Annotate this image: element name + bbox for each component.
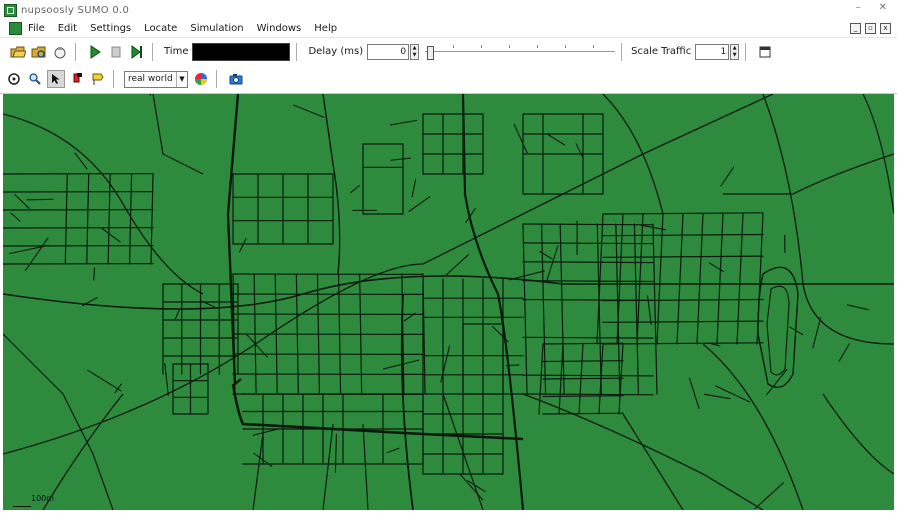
window-title: nupsoosly SUMO 0.0: [21, 4, 130, 16]
spin-up-icon[interactable]: ▲: [731, 45, 738, 52]
menu-file[interactable]: File: [28, 23, 45, 34]
toolbar-separator: [296, 42, 301, 61]
stop-icon[interactable]: [107, 43, 125, 61]
title-bar: nupsoosly SUMO 0.0 – ✕: [0, 0, 897, 20]
toolbar-separator: [75, 42, 79, 61]
screenshot-camera-icon[interactable]: [227, 70, 245, 88]
window-icon[interactable]: [756, 43, 774, 61]
reload-icon[interactable]: [30, 43, 48, 61]
run-icon[interactable]: [86, 43, 104, 61]
menu-settings[interactable]: Settings: [90, 23, 131, 34]
close-network-icon[interactable]: [51, 43, 69, 61]
slider-tick: [537, 44, 539, 48]
mdi-restore-button[interactable]: ▫: [865, 23, 876, 34]
minimize-window-button[interactable]: –: [856, 2, 861, 13]
scale-traffic-input[interactable]: 1: [695, 43, 730, 60]
locate-magnifier-icon[interactable]: [26, 70, 44, 88]
chevron-down-icon[interactable]: ▼: [176, 71, 187, 87]
toolbar-separator: [152, 42, 156, 61]
toolbar-separator: [745, 42, 750, 61]
open-folder-icon[interactable]: [9, 43, 27, 61]
road-network-map: [3, 94, 894, 510]
menu-locate[interactable]: Locate: [144, 23, 177, 34]
select-pointer-icon[interactable]: [47, 70, 65, 88]
spin-down-icon[interactable]: ▼: [731, 52, 738, 59]
menu-bar: File Edit Settings Locate Simulation Win…: [0, 20, 897, 37]
scale-bar-label: 100m: [31, 494, 55, 503]
network-view-canvas[interactable]: 100m: [3, 94, 894, 510]
delay-input[interactable]: 0: [367, 43, 410, 60]
toolbar-separator: [621, 42, 626, 61]
step-icon[interactable]: [128, 43, 146, 61]
slider-tick: [509, 44, 511, 48]
scale-spinner[interactable]: ▲ ▼: [730, 43, 740, 60]
delay-spinner[interactable]: ▲ ▼: [410, 43, 420, 60]
slider-tick: [481, 44, 483, 48]
slider-track: [425, 50, 616, 52]
time-display: [192, 42, 291, 61]
spin-up-icon[interactable]: ▲: [411, 45, 418, 52]
document-icon: [9, 22, 22, 35]
toolbar-separator: [216, 70, 220, 88]
slider-tick: [593, 44, 595, 48]
spin-down-icon[interactable]: ▼: [411, 52, 418, 59]
color-scheme-value: real world: [128, 74, 173, 84]
slider-tick: [565, 44, 567, 48]
sumo-app-icon: [4, 3, 17, 17]
scale-bar-line: [13, 506, 31, 507]
menu-edit[interactable]: Edit: [58, 23, 77, 34]
simulation-toolbar: Time Delay (ms) 0 ▲ ▼ Scale Traffic 1 ▲ ▼: [0, 37, 897, 66]
menu-simulation[interactable]: Simulation: [190, 23, 243, 34]
view-toolbar: real world ▼: [0, 65, 897, 94]
edit-breakpoints-icon[interactable]: [68, 70, 86, 88]
slider-thumb[interactable]: [427, 45, 435, 60]
delay-label: Delay (ms): [308, 46, 364, 57]
mdi-close-button[interactable]: x: [880, 23, 891, 34]
mdi-minimize-button[interactable]: _: [850, 23, 861, 34]
toolbar-separator: [113, 70, 117, 88]
scale-traffic-label: Scale Traffic: [631, 46, 692, 57]
color-wheel-icon[interactable]: [192, 70, 210, 88]
color-scheme-select[interactable]: real world ▼: [124, 70, 188, 88]
recenter-icon[interactable]: [5, 70, 23, 88]
slider-tick: [453, 44, 455, 48]
tag-icon[interactable]: [89, 70, 107, 88]
delay-slider[interactable]: [425, 44, 616, 60]
close-window-button[interactable]: ✕: [879, 2, 887, 13]
menu-help[interactable]: Help: [314, 23, 337, 34]
menu-windows[interactable]: Windows: [257, 23, 302, 34]
time-label: Time: [164, 46, 189, 57]
